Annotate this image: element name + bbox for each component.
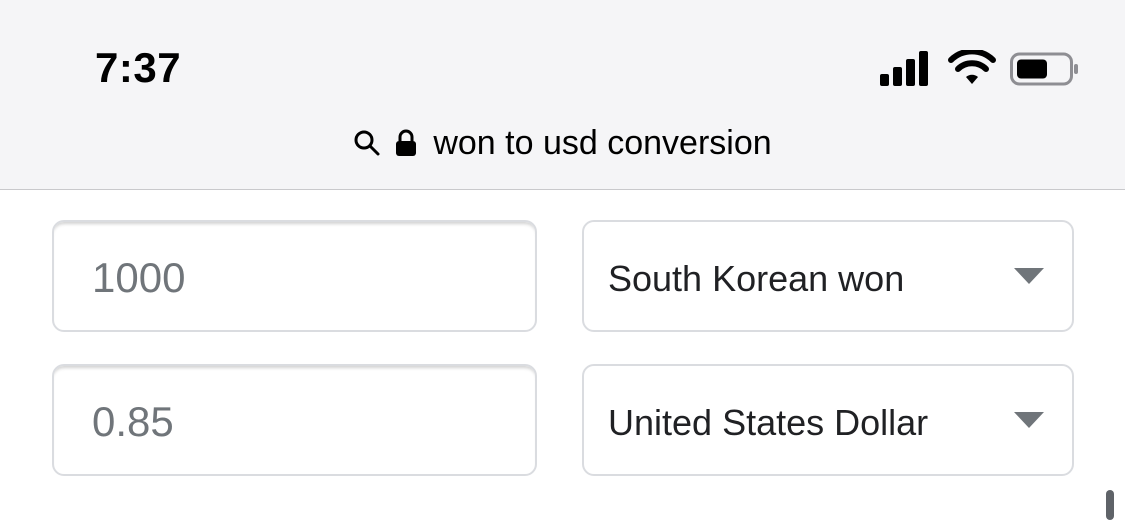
browser-header: 7:37 won to usd conversion <box>0 0 1125 190</box>
to-currency-label: United States Dollar <box>608 402 929 443</box>
dropdown-arrow-icon <box>1014 268 1044 284</box>
wifi-icon <box>948 50 996 84</box>
from-currency-label: South Korean won <box>608 258 905 299</box>
cellular-signal-icon <box>880 50 936 86</box>
dropdown-arrow-icon <box>1014 412 1044 428</box>
scrollbar-thumb[interactable] <box>1106 490 1114 520</box>
url-text: won to usd conversion <box>433 123 772 162</box>
address-bar[interactable]: won to usd conversion <box>0 118 1125 168</box>
status-time: 7:37 <box>95 44 182 91</box>
to-currency-select[interactable]: United States Dollar <box>582 364 1074 476</box>
lock-icon <box>396 129 417 156</box>
search-icon <box>354 130 380 156</box>
from-currency-select[interactable]: South Korean won <box>582 220 1074 332</box>
to-amount-value: 0.85 <box>92 398 174 445</box>
to-amount-input[interactable]: 0.85 <box>52 364 537 476</box>
battery-icon <box>1010 52 1078 86</box>
from-amount-value: 1000 <box>92 254 186 301</box>
from-amount-input[interactable]: 1000 <box>52 220 537 332</box>
